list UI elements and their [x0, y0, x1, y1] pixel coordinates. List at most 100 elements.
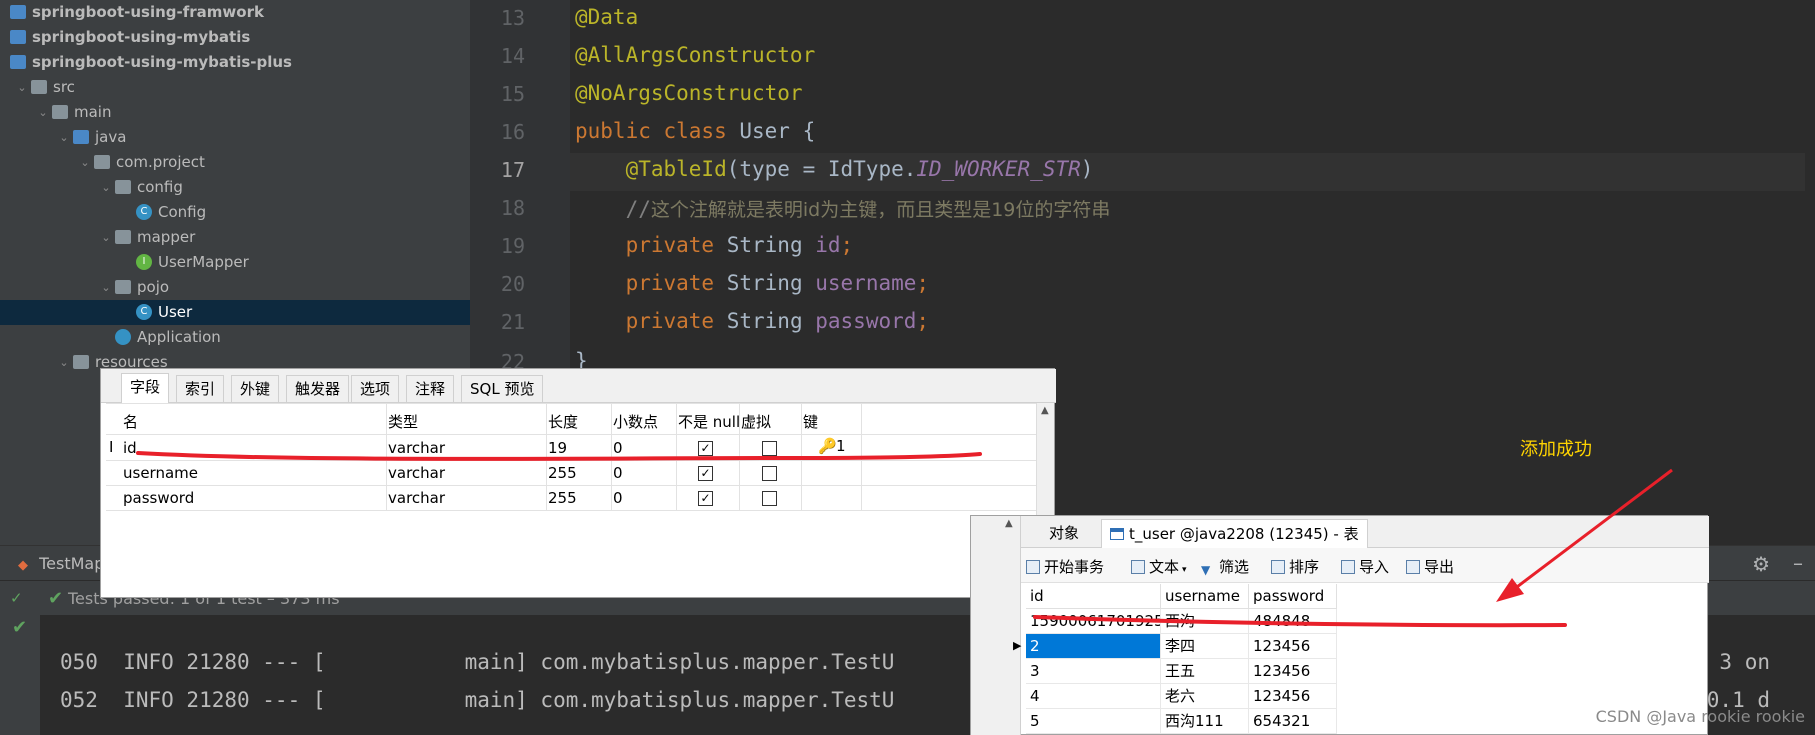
column-header[interactable]: 小数点 [613, 411, 658, 432]
data-cell[interactable]: 老六 [1161, 684, 1249, 709]
data-tab-bar: 对象 t_user @java2208 (12345) - 表 [1021, 516, 1709, 548]
tree-item[interactable]: C User [0, 300, 470, 325]
code-line[interactable]: @AllArgsConstructor [575, 43, 815, 67]
column-header[interactable]: username [1161, 584, 1249, 609]
virtual-checkbox[interactable] [762, 466, 777, 481]
data-cell[interactable]: 4 [1026, 684, 1161, 709]
column-header[interactable]: id [1026, 584, 1161, 609]
chevron-down-icon[interactable]: ⌄ [57, 125, 71, 150]
design-tab-bar: 字段 索引 外键 触发器 选项 注释 SQL 预览 [101, 369, 1056, 403]
column-header[interactable]: 不是 null [678, 411, 740, 432]
code-line[interactable]: private String username; [575, 271, 929, 295]
data-cell[interactable]: 123456 [1249, 634, 1337, 659]
chevron-down-icon[interactable]: ⌄ [78, 150, 92, 175]
not-null-checkbox[interactable]: ✓ [698, 466, 713, 481]
chevron-down-icon[interactable]: ⌄ [99, 175, 113, 200]
toolbar-button[interactable]: 导入 [1341, 556, 1389, 577]
code-line[interactable]: @NoArgsConstructor [575, 81, 803, 105]
field-cell[interactable]: 19 [548, 439, 567, 457]
field-cell[interactable]: id [123, 439, 137, 457]
field-cell[interactable]: 0 [613, 464, 623, 482]
toolbar-button[interactable]: 开始事务 [1026, 556, 1104, 577]
design-tab[interactable]: SQL 预览 [461, 375, 544, 402]
minimize-icon[interactable]: – [1793, 551, 1803, 575]
column-header[interactable]: password [1249, 584, 1337, 609]
chevron-down-icon[interactable]: ⌄ [57, 350, 71, 375]
field-cell[interactable]: 255 [548, 489, 577, 507]
data-cell[interactable]: 1590006170192556033 [1026, 609, 1161, 634]
column-header[interactable]: 虚拟 [741, 411, 771, 432]
tree-item[interactable]: springboot-using-mybatis-plus [0, 50, 470, 75]
data-cell[interactable]: 484848 [1249, 609, 1337, 634]
field-cell[interactable]: varchar [388, 439, 445, 457]
column-header[interactable]: 名 [123, 411, 138, 432]
code-line[interactable]: private String password; [575, 309, 929, 333]
design-tab[interactable]: 字段 [121, 373, 170, 403]
field-cell[interactable]: varchar [388, 489, 445, 507]
design-tab[interactable]: 触发器 [286, 375, 350, 402]
not-null-checkbox[interactable]: ✓ [698, 491, 713, 506]
tree-item[interactable]: springboot-using-framwork [0, 0, 470, 25]
scroll-up-icon[interactable]: ▲ [1041, 405, 1049, 416]
data-cell[interactable]: 654321 [1249, 709, 1337, 734]
field-cell[interactable]: 255 [548, 464, 577, 482]
column-header[interactable]: 键 [803, 411, 818, 432]
chevron-down-icon[interactable]: ⌄ [36, 100, 50, 125]
chevron-down-icon[interactable]: ⌄ [15, 75, 29, 100]
tree-item[interactable]: ⌄ src [0, 75, 470, 100]
column-header[interactable]: 长度 [548, 411, 578, 432]
package-icon [94, 155, 110, 169]
code-line[interactable]: @Data [575, 5, 638, 29]
primary-key-icon: 🔑 [818, 437, 837, 455]
design-tab[interactable]: 注释 [406, 375, 455, 402]
data-cell[interactable]: 123456 [1249, 659, 1337, 684]
tree-item[interactable]: ⌄ java [0, 125, 470, 150]
data-cell[interactable]: 5 [1026, 709, 1161, 734]
data-cell[interactable]: 西沟111 [1161, 709, 1249, 734]
tree-item[interactable]: Application [0, 325, 470, 350]
tree-item[interactable]: ⌄ com.project [0, 150, 470, 175]
scroll-up-icon[interactable]: ▲ [1005, 518, 1013, 529]
toolbar-button[interactable]: ▼ 筛选 [1201, 556, 1249, 577]
data-cell[interactable]: 王五 [1161, 659, 1249, 684]
design-tab[interactable]: 选项 [351, 375, 400, 402]
tree-item[interactable]: springboot-using-mybatis [0, 25, 470, 50]
toolbar-button[interactable]: 排序 [1271, 556, 1319, 577]
code-line[interactable]: @TableId(type = IdType.ID_WORKER_STR) [575, 157, 1094, 181]
data-cell[interactable]: 李四 [1161, 634, 1249, 659]
field-cell[interactable]: username [123, 464, 198, 482]
virtual-checkbox[interactable] [762, 441, 777, 456]
tree-item[interactable]: ⌄ config [0, 175, 470, 200]
tab-objects[interactable]: 对象 [1041, 519, 1087, 548]
code-line[interactable]: private String id; [575, 233, 854, 257]
field-cell[interactable]: varchar [388, 464, 445, 482]
data-cell[interactable]: 123456 [1249, 684, 1337, 709]
settings-gear-icon[interactable]: ⚙ [1752, 552, 1770, 576]
tab-t-user-table[interactable]: t_user @java2208 (12345) - 表 [1101, 519, 1368, 548]
code-line[interactable]: //这个注解就是表明id为主键，而且类型是19位的字符串 [575, 195, 1111, 222]
data-cell[interactable]: 西沟 [1161, 609, 1249, 634]
chevron-down-icon[interactable]: ⌄ [99, 225, 113, 250]
design-tab[interactable]: 索引 [176, 375, 225, 402]
tree-item[interactable]: C Config [0, 200, 470, 225]
tree-item[interactable]: ⌄ main [0, 100, 470, 125]
tree-item[interactable]: I UserMapper [0, 250, 470, 275]
toolbar-button[interactable]: 文本 ▾ [1131, 556, 1187, 577]
virtual-checkbox[interactable] [762, 491, 777, 506]
line-number: 14 [500, 44, 525, 68]
column-header[interactable]: 类型 [388, 411, 418, 432]
data-cell[interactable]: 2 [1026, 634, 1161, 659]
field-cell[interactable]: 0 [613, 439, 623, 457]
chevron-down-icon[interactable]: ⌄ [99, 275, 113, 300]
field-cell[interactable]: password [123, 489, 194, 507]
run-tab[interactable]: ◆ TestMap [0, 546, 104, 581]
design-tab[interactable]: 外键 [231, 375, 280, 402]
tree-item[interactable]: ⌄ pojo [0, 275, 470, 300]
field-cell[interactable]: 0 [613, 489, 623, 507]
not-null-checkbox[interactable]: ✓ [698, 441, 713, 456]
tree-item[interactable]: ⌄ mapper [0, 225, 470, 250]
code-line[interactable]: public class User { [575, 119, 815, 143]
data-cell[interactable]: 3 [1026, 659, 1161, 684]
watermark: CSDN @Java rookie rookie [1595, 707, 1805, 726]
toolbar-button[interactable]: 导出 [1406, 556, 1454, 577]
